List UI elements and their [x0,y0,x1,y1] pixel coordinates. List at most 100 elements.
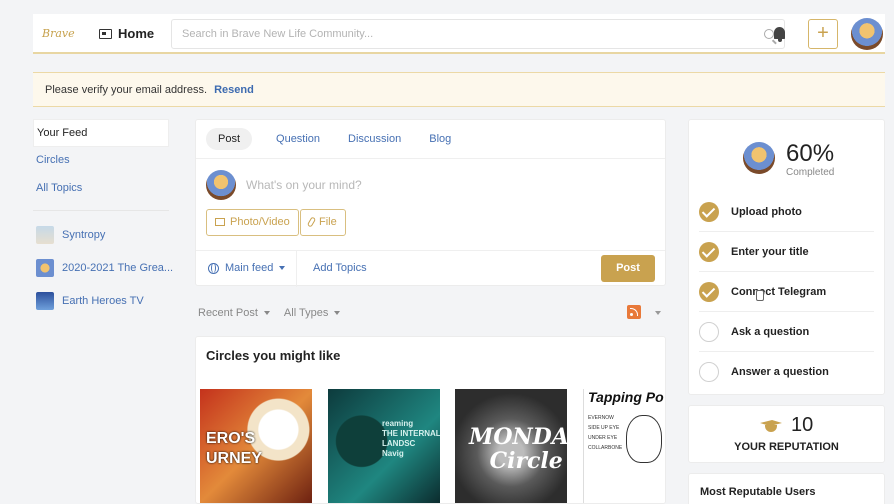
group-list: Syntropy 2020-2021 The Grea... Earth Her… [33,226,173,325]
feed-select[interactable]: Main feed [208,262,286,274]
sidebar-divider [33,210,169,211]
resend-link[interactable]: Resend [214,84,254,96]
add-button[interactable]: + [808,19,838,49]
toolbar-divider [296,251,297,287]
chevron-down-icon [263,311,270,315]
progress-step[interactable]: Ask a question [699,312,874,352]
home-label: Home [118,26,155,41]
progress-percent: 60% [786,140,835,167]
bell-icon[interactable] [774,27,785,42]
add-topics-link[interactable]: Add Topics [313,262,367,274]
circles-suggestions: Circles you might like ERO'S URNEY reami… [195,336,666,504]
sort-select[interactable]: Recent Post [198,307,270,319]
reputation-card: 10 YOUR REPUTATION [688,405,885,463]
feed-select-label: Main feed [225,262,274,274]
check-circle-icon [699,241,719,262]
sort-label: Recent Post [198,307,258,319]
group-thumbnail [36,226,54,244]
mouse-cursor [756,290,764,301]
paperclip-icon [306,216,317,228]
circle-card-text: MONDAY Circle [469,424,567,474]
post-composer: Post Question Discussion Blog What's on … [195,119,666,287]
group-item[interactable]: Earth Heroes TV [33,292,173,325]
reputation-value: 10 [791,414,814,436]
progress-avatar [743,142,775,174]
composer-tabs: Post Question Discussion Blog [206,128,463,150]
most-reputable-card: Most Reputable Users [688,473,885,504]
group-thumbnail [36,292,54,310]
circle-card-caption: EVERNOW SIDE UP EYE UNDER EYE COLLARBONE [588,415,623,451]
circle-card[interactable]: reaming THE INTERNAL LANDSC Navig [328,389,440,503]
most-reputable-title: Most Reputable Users [700,486,816,498]
photo-video-button[interactable]: Photo/Video [206,209,299,236]
circle-card[interactable]: MONDAY Circle [455,389,567,503]
group-item[interactable]: 2020-2021 The Grea... [33,259,173,292]
chevron-down-icon [279,266,286,270]
progress-step[interactable]: Enter your title [699,232,874,272]
image-icon [215,218,225,226]
search-box [171,19,785,49]
tab-question[interactable]: Question [264,128,332,150]
progress-subtitle: Completed [786,167,835,178]
progress-step[interactable]: Answer a question [699,352,874,392]
composer-divider [196,158,665,159]
tab-blog[interactable]: Blog [417,128,463,150]
group-label: Syntropy [62,229,106,241]
group-label: Earth Heroes TV [62,295,144,307]
reputation-label: YOUR REPUTATION [734,441,839,453]
circle-card-text: ERO'S URNEY [206,430,263,467]
step-label: Upload photo [731,205,802,218]
check-circle-icon [699,201,719,222]
step-label: Answer a question [731,366,829,378]
photo-video-label: Photo/Video [230,216,290,228]
empty-circle-icon [699,321,719,342]
type-select[interactable]: All Types [283,307,341,319]
graduation-cap-icon [759,418,783,434]
top-bar: Brave Home + [33,14,885,54]
step-label: Ask a question [731,325,810,338]
user-avatar[interactable] [851,18,883,50]
nav-your-feed[interactable]: Your Feed [33,119,169,147]
chevron-down-icon[interactable] [655,311,661,315]
nav-circles[interactable]: Circles [33,147,169,175]
check-circle-icon [699,281,719,302]
search-icon[interactable] [764,29,774,39]
circle-card[interactable]: Tapping Po EVERNOW SIDE UP EYE UNDER EYE… [583,389,665,503]
nav-all-topics[interactable]: All Topics [33,175,169,203]
step-label: Enter your title [731,245,809,258]
globe-icon [208,262,219,274]
reputation-value-row: 10 [759,414,813,437]
home-link[interactable]: Home [99,26,154,41]
tab-post[interactable]: Post [206,128,253,150]
composer-avatar [206,170,236,200]
group-label: 2020-2021 The Grea... [62,262,174,274]
circle-card[interactable]: ERO'S URNEY [200,389,312,503]
circles-title: Circles you might like [206,348,341,363]
type-label: All Types [283,307,329,319]
empty-circle-icon [699,362,719,382]
feed-filters: Recent Post All Types [198,307,341,319]
composer-divider [196,250,665,251]
post-button[interactable]: Post [601,255,655,282]
face-illustration [626,415,662,463]
rss-icon[interactable] [627,305,641,319]
progress-step[interactable]: Connect Telegram [699,272,874,312]
circle-card-text: reaming THE INTERNAL LANDSC Navig [382,419,440,458]
group-thumbnail [36,259,54,277]
composer-input[interactable]: What's on your mind? [246,178,362,192]
file-label: File [319,216,337,228]
circle-card-text: Tapping Po [588,389,664,405]
profile-progress-card: 60% Completed Upload photo Enter your ti… [688,119,885,395]
search-input[interactable] [172,20,732,48]
verify-message: Please verify your email address. [45,84,208,96]
brand-logo[interactable]: Brave [42,27,75,40]
group-item[interactable]: Syntropy [33,226,173,259]
file-button[interactable]: File [300,209,346,236]
newspaper-icon [99,28,112,39]
verify-email-banner: Please verify your email address. Resend [33,72,885,107]
left-sidebar: Your Feed Circles All Topics [33,119,169,203]
progress-step[interactable]: Upload photo [699,192,874,232]
step-label: Connect Telegram [731,285,827,298]
chevron-down-icon [334,311,341,315]
tab-discussion[interactable]: Discussion [336,128,413,150]
